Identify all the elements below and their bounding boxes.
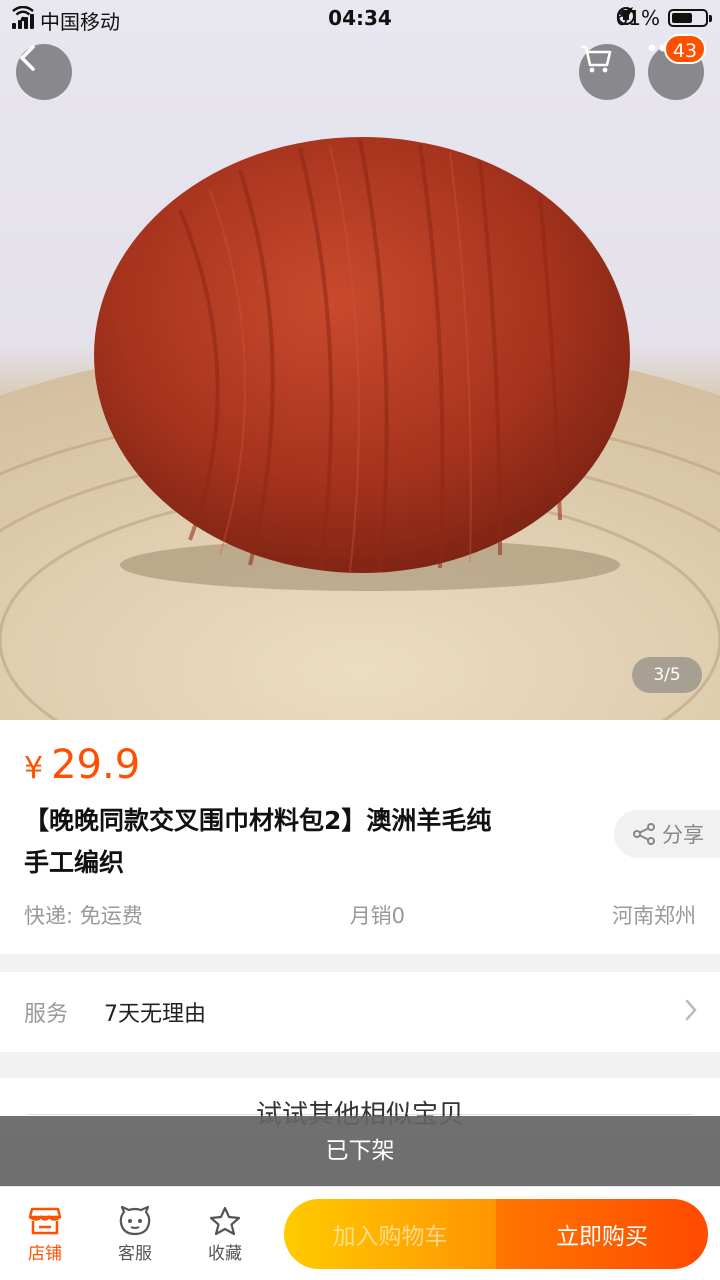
share-label: 分享 xyxy=(662,823,704,847)
cart-button[interactable] xyxy=(579,44,635,100)
add-to-cart-button[interactable]: 加入购物车 xyxy=(284,1199,496,1269)
product-title: 【晚晚同款交叉围巾材料包2】澳洲羊毛纯 手工编织 xyxy=(24,800,584,884)
image-pager: 3/5 xyxy=(632,657,702,693)
service-label: 服务 xyxy=(24,1002,69,1027)
product-image[interactable]: 中国移动 04:34 61% 43 3/5 xyxy=(0,0,720,720)
product-info: ¥ 29.9 【晚晚同款交叉围巾材料包2】澳洲羊毛纯 手工编织 分享 快递: 免… xyxy=(0,720,720,954)
shop-label: 店铺 xyxy=(28,1244,62,1264)
currency-symbol: ¥ xyxy=(24,751,44,786)
cart-count-badge: 43 xyxy=(664,34,706,64)
service-value: 7天无理由 xyxy=(104,1002,206,1027)
location-arrow-icon xyxy=(616,7,633,23)
customer-service-label: 客服 xyxy=(118,1244,152,1264)
favorite-button[interactable]: 收藏 xyxy=(190,1203,260,1264)
price-value: 29.9 xyxy=(51,742,141,788)
battery-icon xyxy=(668,9,712,27)
price: ¥ 29.9 xyxy=(24,742,140,788)
monthly-sales: 月销0 xyxy=(349,904,406,928)
share-button[interactable]: 分享 xyxy=(614,810,720,858)
status-bar: 中国移动 04:34 61% xyxy=(0,0,720,38)
star-icon xyxy=(209,1206,241,1236)
yarn-ball-photo xyxy=(0,137,720,720)
product-title-line1: 【晚晚同款交叉围巾材料包2】澳洲羊毛纯 xyxy=(24,806,492,835)
chevron-left-icon xyxy=(20,45,35,71)
favorite-label: 收藏 xyxy=(208,1244,242,1264)
shop-icon xyxy=(28,1207,62,1235)
customer-service-button[interactable]: 客服 xyxy=(100,1203,170,1264)
product-meta: 快递: 免运费 月销0 河南郑州 xyxy=(24,900,696,930)
product-title-line2: 手工编织 xyxy=(24,848,125,877)
cart-icon xyxy=(581,45,612,73)
customer-service-icon xyxy=(119,1205,151,1236)
service-row[interactable]: 服务 7天无理由 xyxy=(0,972,720,1052)
buy-now-button[interactable]: 立即购买 xyxy=(496,1199,708,1269)
purchase-buttons: 加入购物车 立即购买 xyxy=(284,1199,708,1269)
shipping-info: 快递: 免运费 xyxy=(24,904,143,928)
ship-from-location: 河南郑州 xyxy=(611,904,696,928)
share-icon xyxy=(633,823,655,845)
back-button[interactable] xyxy=(16,44,72,100)
off-shelf-notice: 已下架 xyxy=(0,1116,720,1186)
status-time: 04:34 xyxy=(328,6,392,30)
shop-button[interactable]: 店铺 xyxy=(10,1203,80,1264)
chevron-right-icon xyxy=(685,999,697,1021)
bottom-action-bar: 店铺 客服 收藏 加入购物车 立即购买 xyxy=(0,1186,720,1280)
